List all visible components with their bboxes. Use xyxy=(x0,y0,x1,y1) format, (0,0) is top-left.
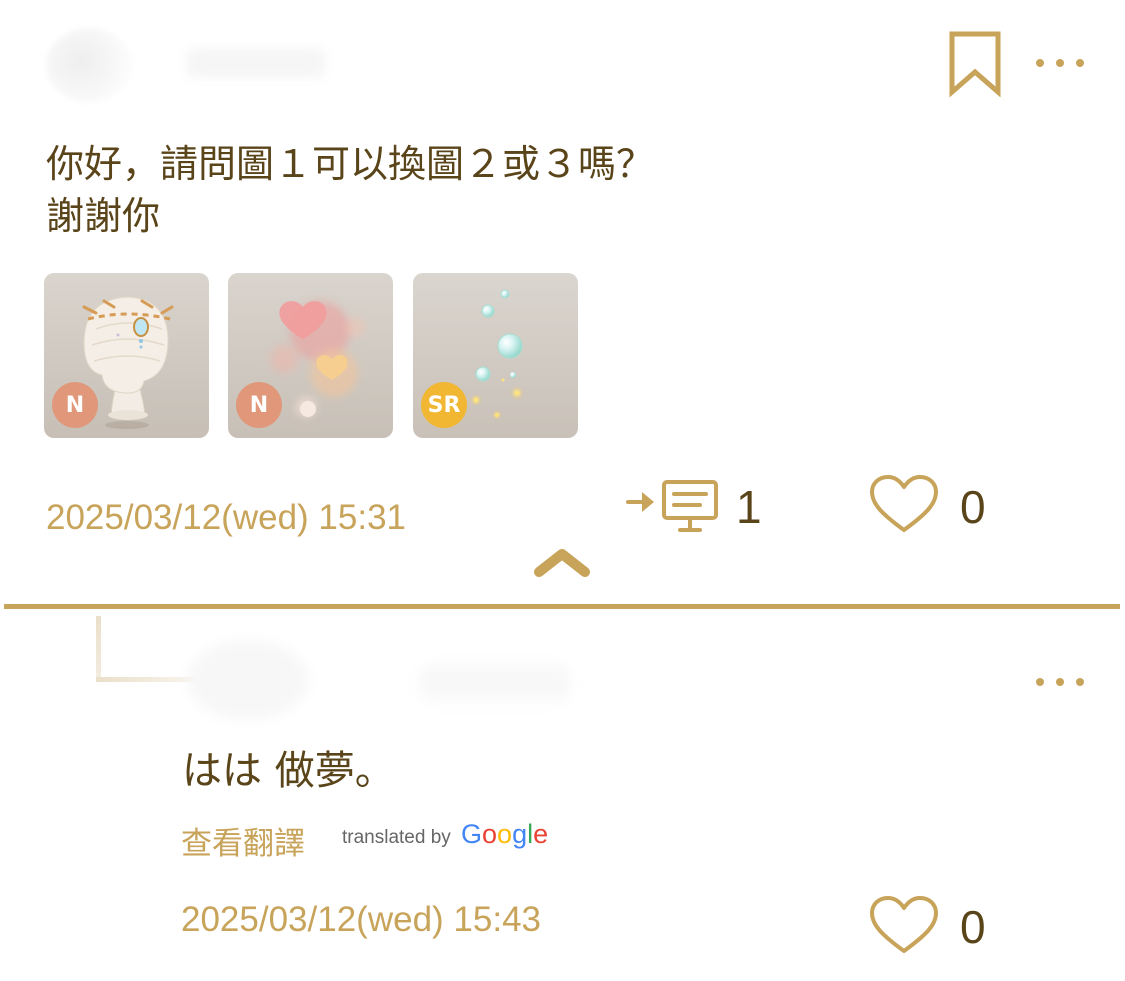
translated-by-label: translated by xyxy=(342,827,451,848)
reply-author-name[interactable] xyxy=(420,665,570,701)
google-logo: Google xyxy=(461,819,549,849)
reply-text: はは 做夢。 xyxy=(182,748,395,794)
chevron-up-icon[interactable] xyxy=(533,548,591,578)
reply-more-options-icon[interactable] xyxy=(1036,674,1092,690)
rarity-badge: SR xyxy=(421,382,467,428)
post-like-count: 0 xyxy=(960,481,986,533)
reply-timestamp: 2025/03/12(wed) 15:43 xyxy=(181,900,541,939)
rarity-badge: N xyxy=(52,382,98,428)
heart-icon[interactable] xyxy=(868,474,940,536)
reply-heart-icon[interactable] xyxy=(868,895,940,957)
reply-like-count: 0 xyxy=(960,901,986,953)
rarity-badge: N xyxy=(236,382,282,428)
reply-count: 1 xyxy=(736,481,762,533)
reply-count-icon[interactable] xyxy=(624,478,722,534)
bookmark-icon[interactable] xyxy=(948,30,1002,98)
post-text: 你好，請問圖１可以換圖２或３嗎？ 謝謝你 xyxy=(46,142,655,238)
item-thumbnail[interactable]: N xyxy=(228,273,393,438)
author-name[interactable] xyxy=(186,48,326,78)
more-options-icon[interactable] xyxy=(1036,55,1092,71)
item-thumbnail[interactable]: SR xyxy=(413,273,578,438)
post-timestamp: 2025/03/12(wed) 15:31 xyxy=(46,498,406,537)
post-divider xyxy=(4,604,1120,609)
item-thumbnail[interactable]: N xyxy=(44,273,209,438)
thread-line xyxy=(96,616,101,680)
view-translation-link[interactable]: 查看翻譯 xyxy=(181,818,305,863)
author-avatar[interactable] xyxy=(46,28,132,102)
reply-author-avatar[interactable] xyxy=(188,640,308,720)
